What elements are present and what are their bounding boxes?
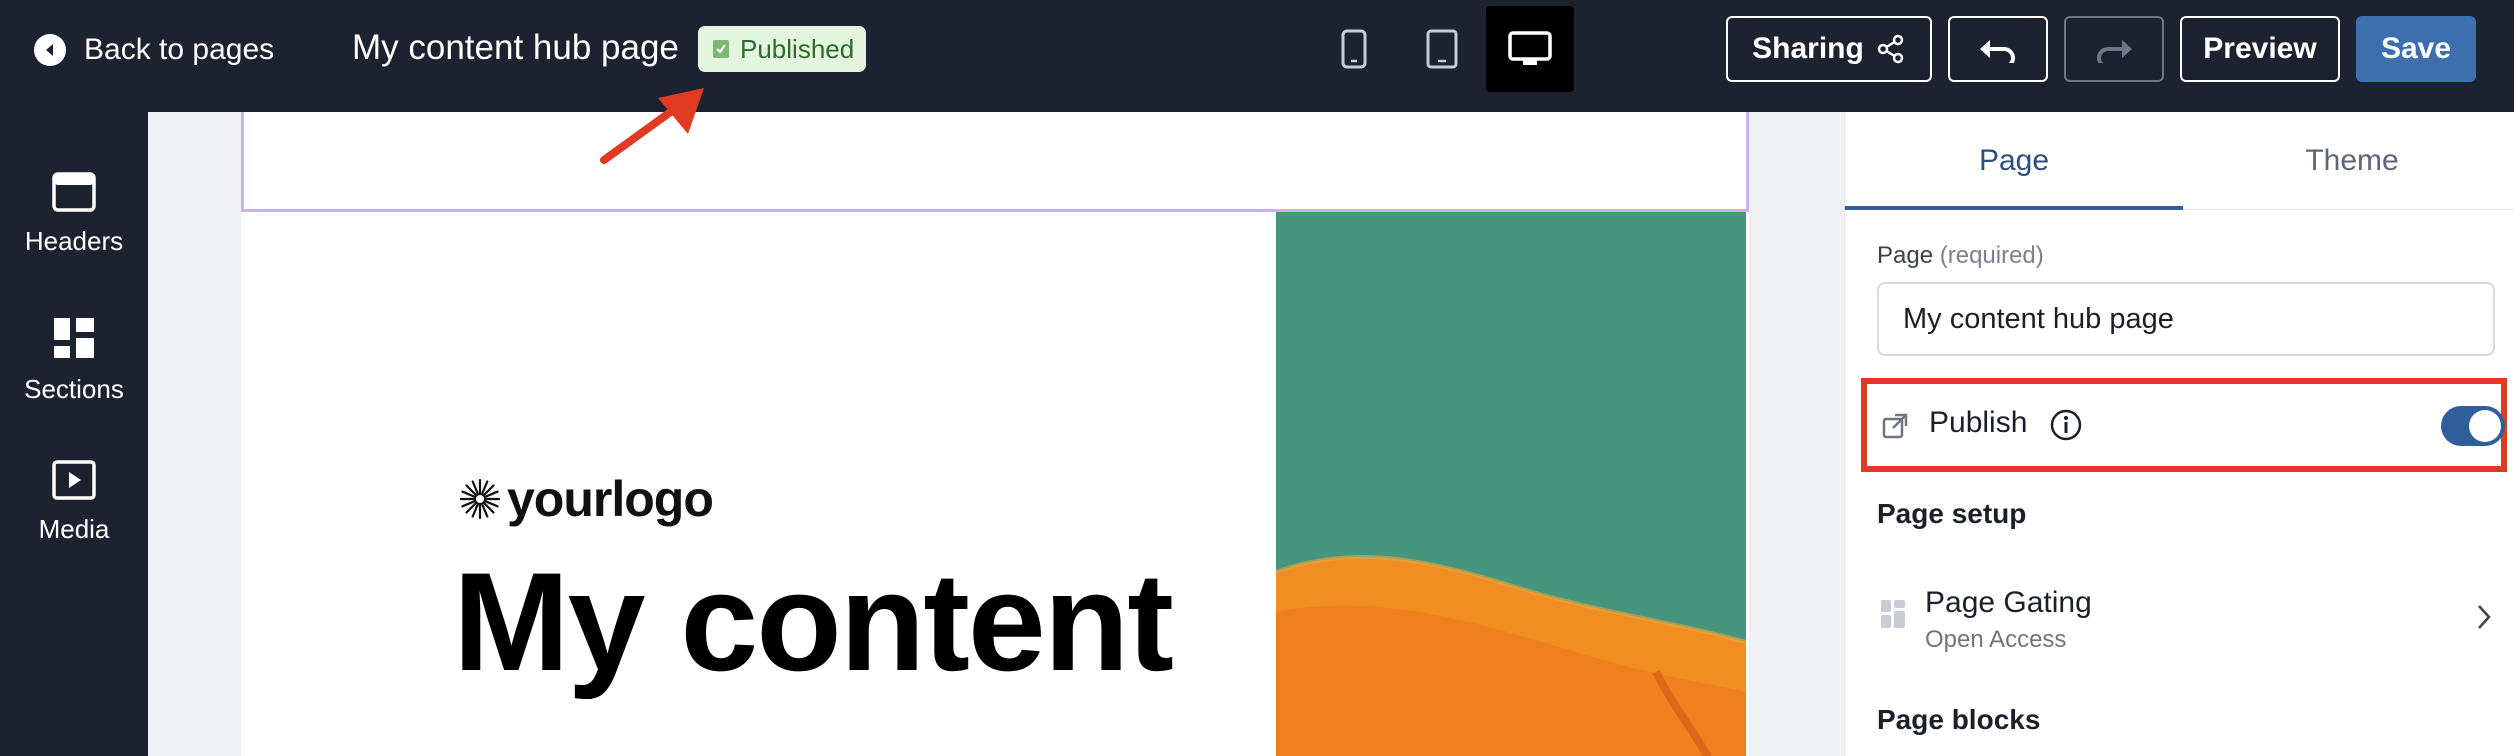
hero-section[interactable]: yourlogo My content [241, 212, 1749, 756]
tab-theme[interactable]: Theme [2183, 112, 2514, 210]
sunburst-logo-icon [459, 478, 501, 520]
logo-text: yourlogo [507, 471, 714, 527]
rail-item-headers[interactable]: Headers [0, 172, 148, 292]
rail-label-sections: Sections [24, 374, 124, 404]
headers-icon [52, 172, 96, 212]
logo: yourlogo [459, 470, 714, 528]
toggle-knob [2469, 410, 2501, 442]
rail-label-media: Media [38, 514, 110, 544]
page-blocks-heading: Page blocks [1877, 704, 2041, 735]
panel-tabs: Page Theme [1845, 112, 2514, 210]
left-rail: Headers Sections Media [0, 112, 148, 756]
page-name-input[interactable] [1877, 282, 2495, 356]
page-canvas: yourlogo My content [148, 112, 1844, 756]
mobile-icon [1341, 29, 1367, 69]
page-field-label-text: Page [1877, 242, 1934, 269]
sharing-button[interactable]: Sharing [1726, 16, 1932, 82]
rail-label-headers: Headers [24, 226, 124, 256]
required-marker: (required) [1939, 242, 2044, 269]
published-icon [713, 40, 729, 58]
page-setup-heading: Page setup [1877, 498, 2027, 529]
annotation-arrow-icon [600, 88, 704, 164]
chevron-right-icon [2478, 605, 2491, 629]
status-badge: Published [698, 26, 866, 72]
undo-button[interactable] [1948, 16, 2048, 82]
rail-item-media[interactable]: Media [0, 460, 148, 580]
publish-toggle[interactable] [2441, 406, 2505, 446]
mobile-view-button[interactable] [1310, 6, 1398, 92]
page-gating-title: Page Gating [1925, 586, 2092, 619]
settings-panel: Page Theme Page (required) Publish Page … [1844, 112, 2514, 756]
rail-item-sections[interactable]: Sections [0, 316, 148, 436]
page-gating-value: Open Access [1925, 626, 2067, 653]
page-gating-icon [1881, 600, 1905, 628]
top-bar: Back to pages My content hub page Publis… [0, 0, 2514, 112]
save-button[interactable]: Save [2356, 16, 2476, 82]
page-title: My content hub page [352, 28, 679, 67]
back-to-pages-label: Back to pages [84, 33, 275, 66]
desktop-icon [1508, 31, 1552, 65]
page-field-label: Page (required) [1877, 242, 2044, 270]
publish-label: Publish [1929, 406, 2028, 439]
share-icon [1877, 34, 1904, 64]
info-icon[interactable] [2049, 408, 2083, 442]
undo-icon [1980, 40, 2015, 63]
tablet-icon [1426, 29, 1458, 69]
hero-title: My content [453, 543, 1174, 700]
sections-icon [54, 318, 94, 358]
publish-row: Publish [1861, 378, 2507, 472]
back-arrow-icon [34, 34, 66, 66]
sharing-label: Sharing [1752, 32, 1864, 65]
redo-button[interactable] [2064, 16, 2164, 82]
back-to-pages-link[interactable]: Back to pages [34, 30, 274, 70]
preview-button[interactable]: Preview [2180, 16, 2340, 82]
hero-image [1276, 212, 1746, 756]
tab-page[interactable]: Page [1845, 112, 2183, 210]
active-tab-indicator [1845, 206, 2183, 210]
external-link-icon [1882, 413, 1908, 439]
header-block-selected[interactable] [241, 112, 1749, 212]
tablet-view-button[interactable] [1398, 6, 1486, 92]
redo-icon [2097, 40, 2132, 63]
media-icon [52, 460, 96, 500]
desktop-view-button[interactable] [1486, 6, 1574, 92]
status-badge-label: Published [740, 33, 855, 64]
page-gating-item[interactable]: Page Gating Open Access [1861, 578, 2507, 658]
device-switcher [1310, 6, 1574, 92]
